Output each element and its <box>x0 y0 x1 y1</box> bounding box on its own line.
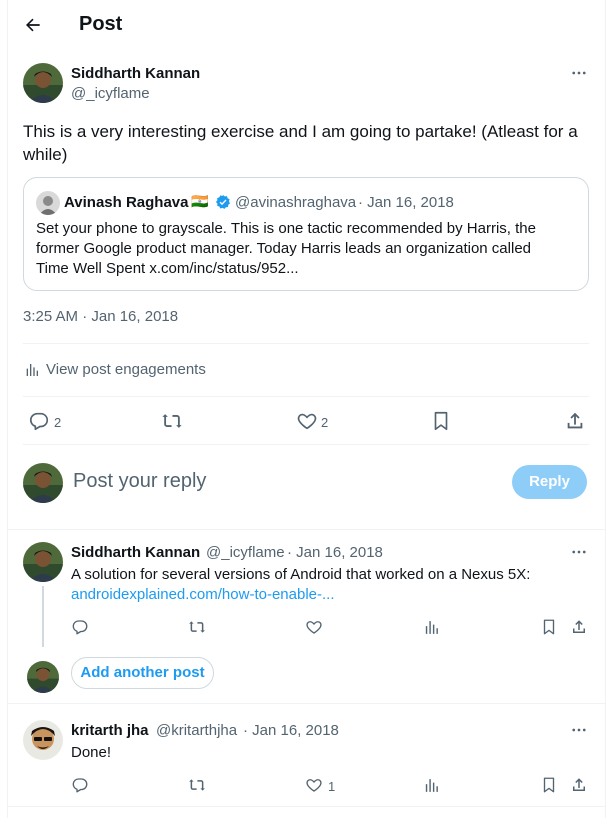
reply-button[interactable]: Reply <box>512 465 587 499</box>
reply-author-name[interactable]: Siddharth Kannan <box>71 544 200 561</box>
like-icon[interactable] <box>295 409 319 433</box>
avatar[interactable] <box>23 720 63 760</box>
avatar[interactable] <box>23 542 63 582</box>
reply-date[interactable]: · Jan 16, 2018 <box>287 544 383 561</box>
reply-icon[interactable] <box>27 409 51 433</box>
divider <box>23 444 589 445</box>
like-icon[interactable] <box>304 617 324 637</box>
quote-author-name: Avinash Raghava <box>64 194 189 211</box>
author-name[interactable]: Siddharth Kannan <box>71 65 200 82</box>
analytics-icon[interactable] <box>23 361 41 379</box>
bookmark-icon[interactable] <box>429 409 453 433</box>
divider <box>8 529 605 530</box>
quote-date: · Jan 16, 2018 <box>358 194 454 211</box>
bookmark-icon[interactable] <box>539 775 559 795</box>
divider <box>23 343 589 344</box>
reply-count: 2 <box>54 415 62 430</box>
avatar <box>36 191 60 215</box>
avatar <box>27 661 59 693</box>
more-options-icon[interactable] <box>569 542 589 562</box>
reply-author-name[interactable]: kritarth jha <box>71 722 149 739</box>
bookmark-icon[interactable] <box>539 617 559 637</box>
flag-emoji: 🇮🇳 <box>191 193 209 209</box>
reply-author-handle[interactable]: @_icyflame <box>206 544 285 561</box>
avatar[interactable] <box>23 63 63 103</box>
back-arrow-icon[interactable] <box>22 14 44 36</box>
repost-icon[interactable] <box>160 409 184 433</box>
reply-author-handle[interactable]: @kritarthjha <box>156 722 237 739</box>
reply-text: A solution for several versions of Andro… <box>71 566 531 583</box>
page-title: Post <box>79 13 123 35</box>
reply-input[interactable]: Post your reply <box>73 470 493 493</box>
add-another-post-button[interactable]: Add another post <box>71 657 214 689</box>
like-count: 1 <box>328 779 336 794</box>
avatar[interactable] <box>23 463 63 503</box>
post-text: This is a very interesting exercise and … <box>23 122 578 164</box>
view-engagements-link[interactable]: View post engagements <box>46 361 206 378</box>
analytics-icon[interactable] <box>421 617 441 637</box>
repost-icon[interactable] <box>187 775 207 795</box>
analytics-icon[interactable] <box>421 775 441 795</box>
reply-icon[interactable] <box>70 617 90 637</box>
reply-date[interactable]: · Jan 16, 2018 <box>243 722 339 739</box>
reply-text: Done! <box>71 744 112 761</box>
post-timestamp[interactable]: 3:25 AM · Jan 16, 2018 <box>23 308 178 325</box>
reply-icon[interactable] <box>70 775 90 795</box>
share-icon[interactable] <box>563 409 587 433</box>
verified-badge-icon <box>215 194 231 210</box>
more-options-icon[interactable] <box>569 63 589 83</box>
share-icon[interactable] <box>569 775 589 795</box>
quoted-post[interactable]: Avinash Raghava 🇮🇳 @avinashraghava · Jan… <box>23 177 589 291</box>
divider <box>23 396 589 397</box>
like-count: 2 <box>321 415 329 430</box>
reply-link[interactable]: androidexplained.com/how-to-enable-... <box>71 586 335 603</box>
quote-text: Set your phone to grayscale. This is one… <box>36 220 536 277</box>
divider <box>8 703 605 704</box>
repost-icon[interactable] <box>187 617 207 637</box>
quote-author-handle: @avinashraghava <box>235 194 357 211</box>
thread-connector <box>42 586 44 647</box>
divider <box>8 806 605 807</box>
like-icon[interactable] <box>304 775 324 795</box>
author-handle[interactable]: @_icyflame <box>71 85 150 102</box>
share-icon[interactable] <box>569 617 589 637</box>
more-options-icon[interactable] <box>569 720 589 740</box>
